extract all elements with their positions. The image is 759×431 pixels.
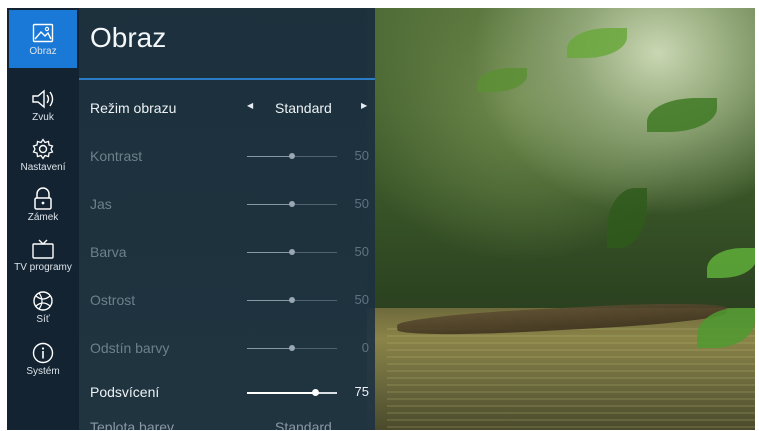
tint-value: 0	[361, 340, 369, 355]
backlight-value: 75	[354, 384, 369, 399]
sidebar-item-nastaveni[interactable]: Nastavení	[7, 130, 79, 180]
contrast-slider[interactable]	[247, 153, 337, 159]
tv-screen: Obraz Zvuk Nastavení Zámek TV programy S…	[7, 8, 755, 430]
contrast-label: Kontrast	[90, 148, 143, 164]
picture-mode-value: Standard	[275, 100, 332, 116]
slider-knob[interactable]	[289, 249, 295, 255]
sidebar-item-label: Zvuk	[32, 111, 54, 123]
color-label: Barva	[90, 244, 127, 260]
sidebar-item-label: Zámek	[27, 211, 59, 223]
contrast-value: 50	[354, 148, 369, 163]
sidebar-item-label: Systém	[26, 365, 60, 377]
tint-label: Odstín barvy	[90, 340, 170, 356]
sidebar-item-system[interactable]: Systém	[7, 334, 79, 384]
arrow-left-icon[interactable]: ◀	[247, 101, 253, 110]
sidebar-item-obraz[interactable]: Obraz	[9, 10, 77, 68]
setting-row[interactable]: Odstín barvy 0	[79, 326, 375, 370]
sidebar: Obraz Zvuk Nastavení Zámek TV programy S…	[7, 8, 79, 430]
slider-knob[interactable]	[312, 389, 319, 396]
tint-slider[interactable]	[247, 345, 337, 351]
sharpness-value: 50	[354, 292, 369, 307]
arrow-right-icon[interactable]: ▶	[361, 101, 367, 110]
picture-mode-selector[interactable]: Režim obrazu ◀ Standard ▶	[79, 86, 375, 130]
brightness-slider[interactable]	[247, 201, 337, 207]
page-title: Obraz	[90, 22, 167, 53]
picture-settings-panel: Obraz Režim obrazu ◀ Standard ▶ Kontrast…	[79, 8, 375, 430]
color-temperature-label: Teplota barev	[90, 419, 175, 430]
sidebar-item-label: TV programy	[14, 261, 72, 273]
sidebar-item-sit[interactable]: Síť	[7, 282, 79, 332]
picture-mode-label: Režim obrazu	[90, 100, 177, 116]
brightness-label: Jas	[90, 196, 112, 212]
sharpness-slider[interactable]	[247, 297, 337, 303]
color-value: 50	[354, 244, 369, 259]
lock-icon	[31, 186, 55, 211]
sidebar-item-zvuk[interactable]: Zvuk	[7, 80, 79, 130]
brightness-value: 50	[354, 196, 369, 211]
slider-knob[interactable]	[289, 201, 295, 207]
color-temperature-row[interactable]: Teplota barev Standard	[79, 419, 375, 430]
setting-row[interactable]: Barva 50	[79, 230, 375, 274]
info-icon	[31, 341, 55, 365]
tv-icon	[31, 237, 55, 261]
title-divider	[79, 78, 375, 80]
sidebar-item-label: Obraz	[29, 45, 57, 57]
sidebar-item-tv-programy[interactable]: TV programy	[7, 230, 79, 280]
globe-icon	[31, 289, 55, 313]
backlight-slider[interactable]	[247, 389, 337, 396]
setting-row[interactable]: Podsvícení 75	[79, 370, 375, 414]
slider-knob[interactable]	[289, 345, 295, 351]
color-slider[interactable]	[247, 249, 337, 255]
slider-knob[interactable]	[289, 297, 295, 303]
sharpness-label: Ostrost	[90, 292, 136, 308]
sidebar-item-label: Nastavení	[20, 161, 66, 173]
setting-row[interactable]: Jas 50	[79, 182, 375, 226]
gear-icon	[31, 137, 55, 161]
foliage-area	[367, 8, 755, 308]
sidebar-item-zamek[interactable]: Zámek	[7, 180, 79, 230]
slider-knob[interactable]	[289, 153, 295, 159]
color-temperature-value: Standard	[275, 419, 332, 430]
sidebar-item-label: Síť	[36, 313, 50, 325]
speaker-icon	[31, 87, 55, 111]
setting-row[interactable]: Ostrost 50	[79, 278, 375, 322]
picture-icon	[31, 21, 55, 45]
backlight-label: Podsvícení	[90, 384, 160, 400]
setting-row[interactable]: Kontrast 50	[79, 134, 375, 178]
